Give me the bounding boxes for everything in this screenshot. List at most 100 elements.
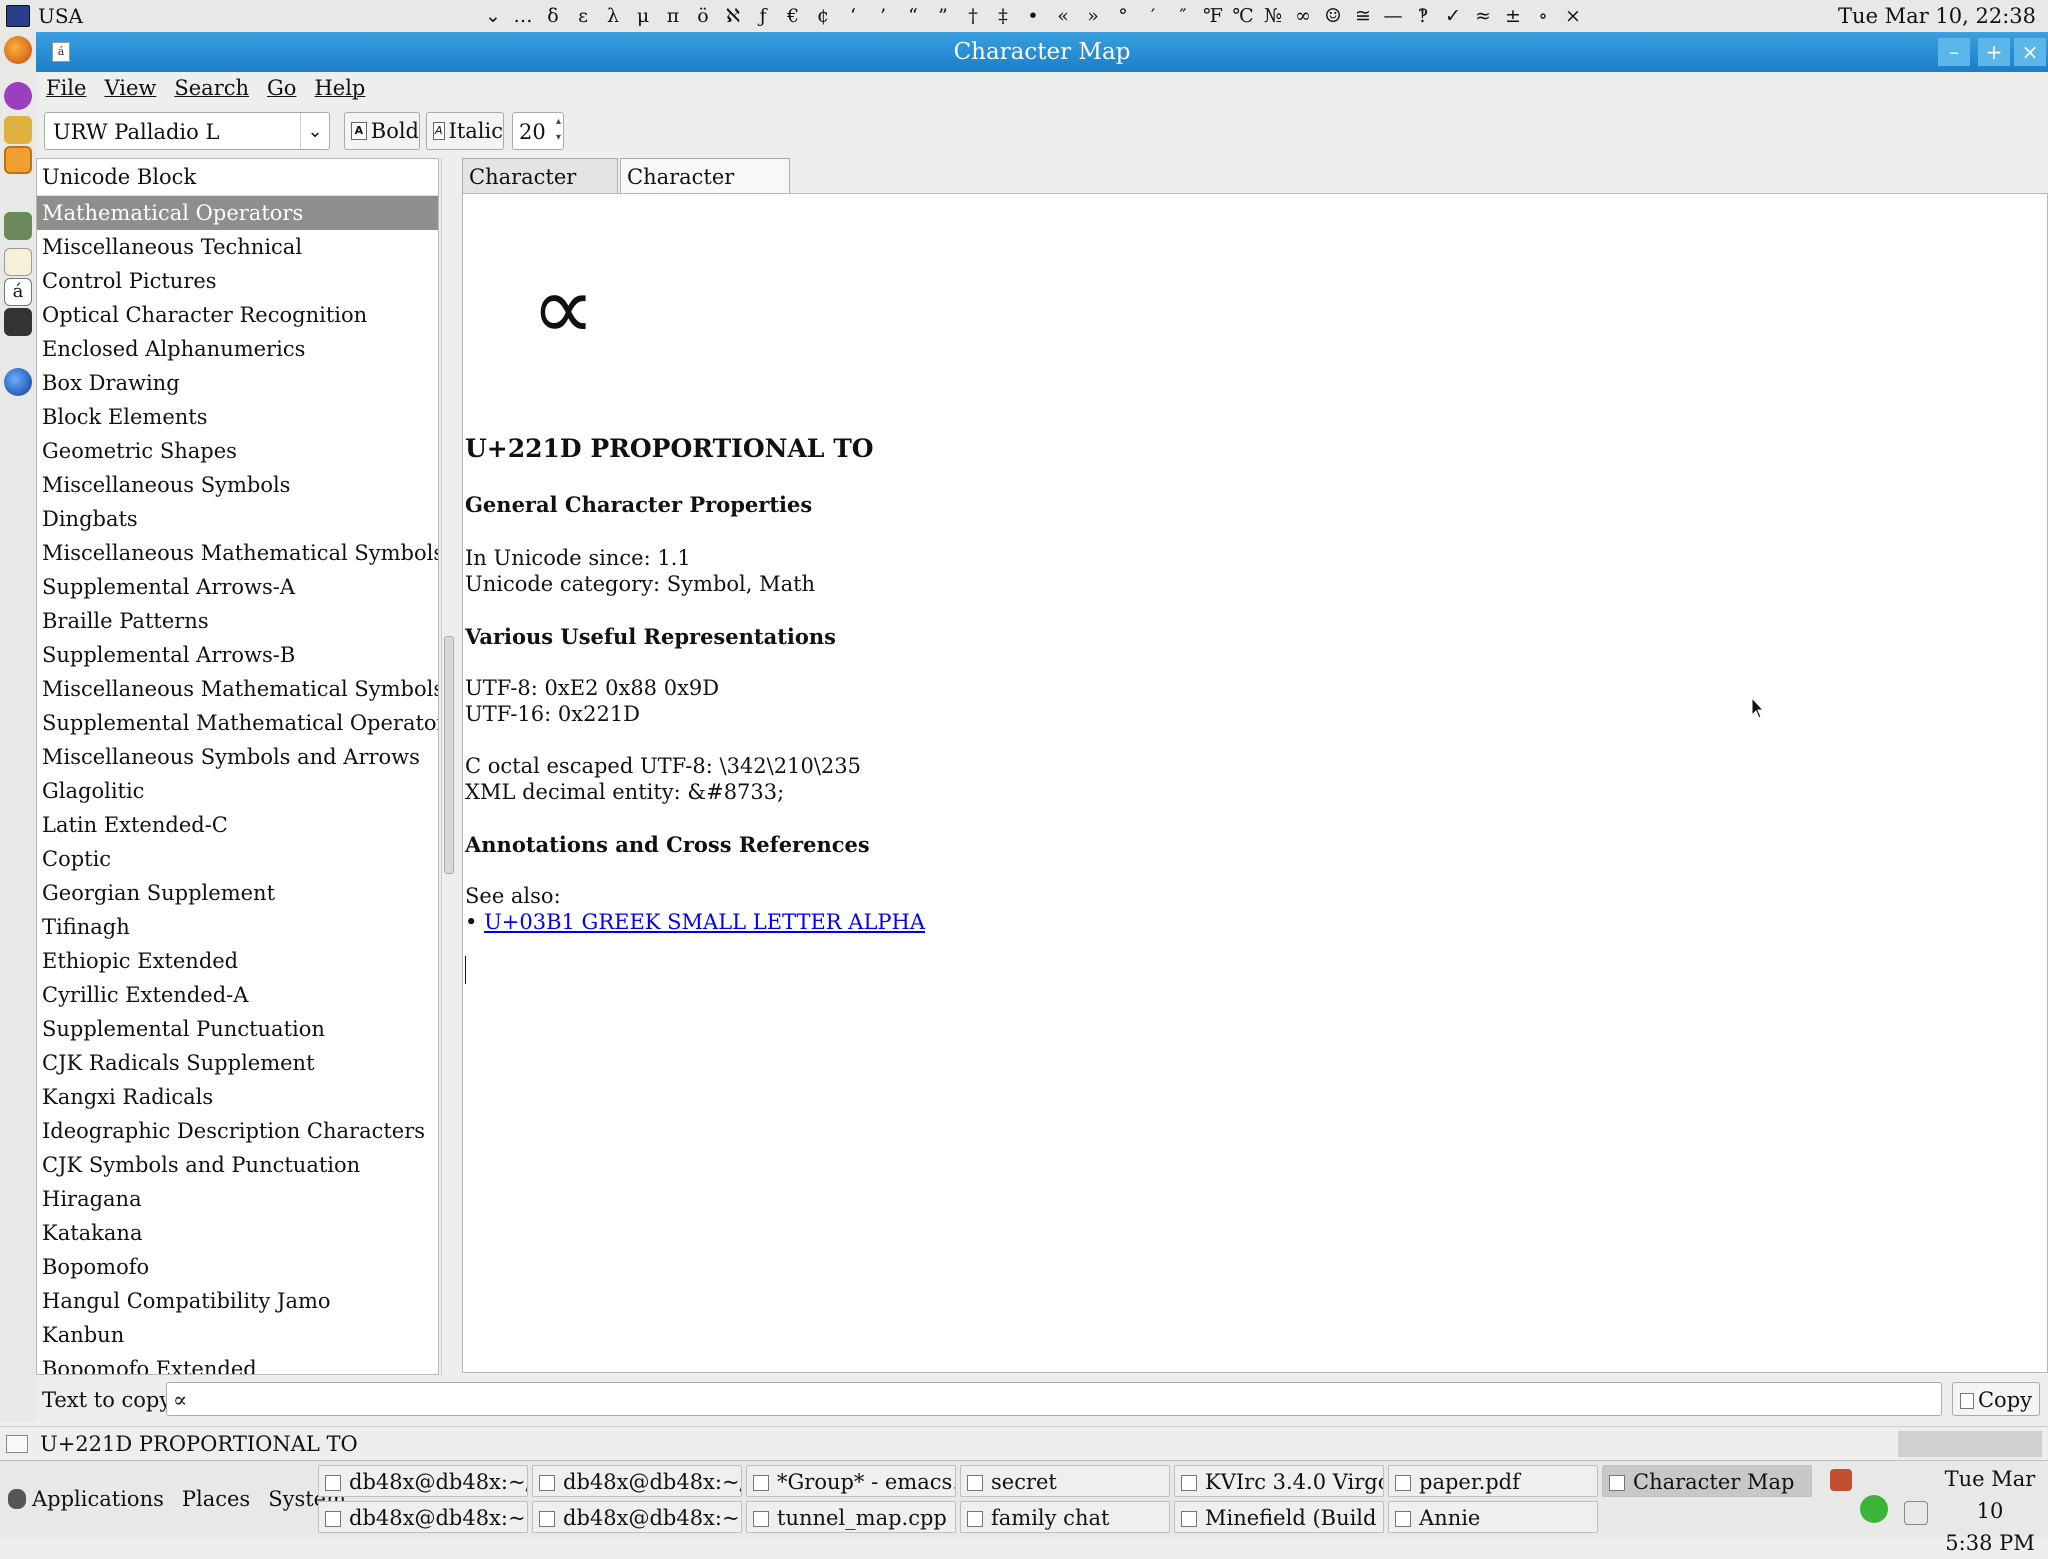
taskbar-item[interactable]: secret	[960, 1465, 1170, 1497]
palette-char[interactable]: ″	[1168, 5, 1198, 27]
italic-toggle[interactable]: A Italic	[426, 112, 504, 150]
palette-char[interactable]: ∞	[1288, 5, 1318, 27]
palette-char[interactable]: λ	[598, 5, 628, 27]
palette-char[interactable]: μ	[628, 5, 658, 27]
palette-char[interactable]: …	[508, 5, 538, 27]
palette-char[interactable]: ✓	[1438, 5, 1468, 27]
palette-char[interactable]: ’	[868, 5, 898, 27]
palette-char[interactable]: ”	[928, 5, 958, 27]
palette-char[interactable]: ′	[1138, 5, 1168, 27]
chevron-down-icon[interactable]: ⌄	[300, 113, 329, 149]
block-list-item[interactable]: Control Pictures	[37, 264, 438, 298]
palette-char[interactable]: ö	[688, 5, 718, 27]
block-list-item[interactable]: Ideographic Description Characters	[37, 1114, 438, 1148]
keyboard-indicator[interactable]: USA	[0, 0, 83, 32]
block-list-item[interactable]: CJK Symbols and Punctuation	[37, 1148, 438, 1182]
menu-go[interactable]: Go	[267, 76, 296, 100]
taskbar-item-active[interactable]: Character Map	[1602, 1465, 1812, 1497]
contacts-icon[interactable]	[4, 116, 32, 144]
block-list-item[interactable]: Bopomofo	[37, 1250, 438, 1284]
block-list-header[interactable]: Unicode Block	[37, 159, 438, 196]
palette-char[interactable]: ×	[1558, 5, 1588, 27]
places-menu[interactable]: Places	[182, 1487, 250, 1511]
unicode-block-list[interactable]: Unicode Block Mathematical Operators Misc…	[36, 158, 439, 1375]
block-list-item[interactable]: Kangxi Radicals	[37, 1080, 438, 1114]
copy-button[interactable]: Copy	[1952, 1382, 2040, 1416]
block-list-item[interactable]: Glagolitic	[37, 774, 438, 808]
block-list-item[interactable]: Miscellaneous Symbols and Arrows	[37, 740, 438, 774]
text-to-copy-input[interactable]: ∝	[166, 1382, 1942, 1416]
block-list-item[interactable]: Tifinagh	[37, 910, 438, 944]
menu-view[interactable]: View	[104, 76, 156, 100]
folder-icon[interactable]	[6, 1435, 28, 1453]
block-list-item[interactable]: Miscellaneous Mathematical Symbols-B	[37, 672, 438, 706]
block-list-item[interactable]: Miscellaneous Symbols	[37, 468, 438, 502]
palette-char[interactable]: ℃	[1228, 5, 1258, 27]
calculator-icon[interactable]	[4, 212, 32, 240]
scrollbar-thumb[interactable]	[444, 636, 454, 874]
taskbar-item[interactable]: *Group* - emacs…	[746, 1465, 956, 1497]
palette-char[interactable]: ε	[568, 5, 598, 27]
globe-icon[interactable]	[4, 368, 32, 396]
block-list-item[interactable]: Hiragana	[37, 1182, 438, 1216]
palette-char[interactable]: —	[1378, 5, 1408, 27]
taskbar-item[interactable]: Annie	[1388, 1501, 1598, 1533]
palette-char[interactable]: ‽	[1408, 5, 1438, 27]
taskbar-item[interactable]: db48x@db48x:~	[318, 1501, 528, 1533]
palette-char[interactable]: δ	[538, 5, 568, 27]
palette-char[interactable]: “	[898, 5, 928, 27]
block-list-item[interactable]: Supplemental Arrows-B	[37, 638, 438, 672]
block-list-item[interactable]: Braille Patterns	[37, 604, 438, 638]
block-list-item[interactable]: Coptic	[37, 842, 438, 876]
block-list-item[interactable]: Enclosed Alphanumerics	[37, 332, 438, 366]
palette-char[interactable]: ℉	[1198, 5, 1228, 27]
firefox-icon[interactable]	[4, 36, 32, 64]
taskbar-item[interactable]: tunnel_map.cpp …	[746, 1501, 956, 1533]
foot-icon[interactable]	[8, 1489, 26, 1509]
menu-file[interactable]: File	[46, 76, 86, 100]
block-list-item[interactable]: Kanbun	[37, 1318, 438, 1352]
block-list-item[interactable]: Mathematical Operators	[37, 196, 438, 230]
block-list-item[interactable]: Supplemental Punctuation	[37, 1012, 438, 1046]
palette-char[interactable]: °	[1108, 5, 1138, 27]
palette-char[interactable]: ƒ	[748, 5, 778, 27]
tab-character-table[interactable]: Character Table	[462, 158, 618, 225]
top-clock[interactable]: Tue Mar 10, 22:38	[1838, 0, 2036, 32]
palette-char[interactable]: ⌄	[478, 5, 508, 27]
bottom-clock[interactable]: Tue Mar 10 5:38 PM	[1936, 1463, 2044, 1559]
taskbar-item[interactable]: db48x@db48x:~/…	[532, 1465, 742, 1497]
block-list-item[interactable]: Dingbats	[37, 502, 438, 536]
minimize-button[interactable]: –	[1938, 38, 1970, 66]
block-list-item[interactable]: CJK Radicals Supplement	[37, 1046, 438, 1080]
block-list-item[interactable]: Ethiopic Extended	[37, 944, 438, 978]
palette-char[interactable]: №	[1258, 5, 1288, 27]
close-button[interactable]: ×	[2014, 38, 2046, 66]
palette-char[interactable]: †	[958, 5, 988, 27]
font-size-spinner[interactable]: 20 ▴ ▾	[512, 112, 564, 150]
status-tray-icon[interactable]	[1860, 1495, 1888, 1523]
palette-char[interactable]: «	[1048, 5, 1078, 27]
window-list-icon[interactable]	[4, 146, 32, 174]
palette-char[interactable]: ☺	[1318, 5, 1348, 27]
menu-search[interactable]: Search	[174, 76, 249, 100]
taskbar-item[interactable]: family chat	[960, 1501, 1170, 1533]
taskbar-item[interactable]: paper.pdf	[1388, 1465, 1598, 1497]
palette-char[interactable]: π	[658, 5, 688, 27]
taskbar-item[interactable]: db48x@db48x:~	[532, 1501, 742, 1533]
applications-menu[interactable]: Applications	[32, 1487, 164, 1511]
font-family-select[interactable]: URW Palladio L ⌄	[44, 112, 330, 150]
text-editor-icon[interactable]	[4, 248, 32, 276]
block-list-item[interactable]: Supplemental Arrows-A	[37, 570, 438, 604]
block-list-item[interactable]: Georgian Supplement	[37, 876, 438, 910]
maximize-button[interactable]: +	[1978, 38, 2010, 66]
block-list-item[interactable]: Miscellaneous Mathematical Symbols-A	[37, 536, 438, 570]
block-list-item[interactable]: Box Drawing	[37, 366, 438, 400]
taskbar-item[interactable]: Minefield (Build …	[1174, 1501, 1384, 1533]
cross-reference-link[interactable]: U+03B1 GREEK SMALL LETTER ALPHA	[484, 910, 925, 934]
kvirc-icon[interactable]	[4, 82, 32, 110]
tab-character-details[interactable]: Character Details	[620, 158, 790, 225]
palette-char[interactable]: ℵ	[718, 5, 748, 27]
palette-char[interactable]: ¢	[808, 5, 838, 27]
palette-char[interactable]: ±	[1498, 5, 1528, 27]
network-icon[interactable]	[1904, 1501, 1928, 1525]
